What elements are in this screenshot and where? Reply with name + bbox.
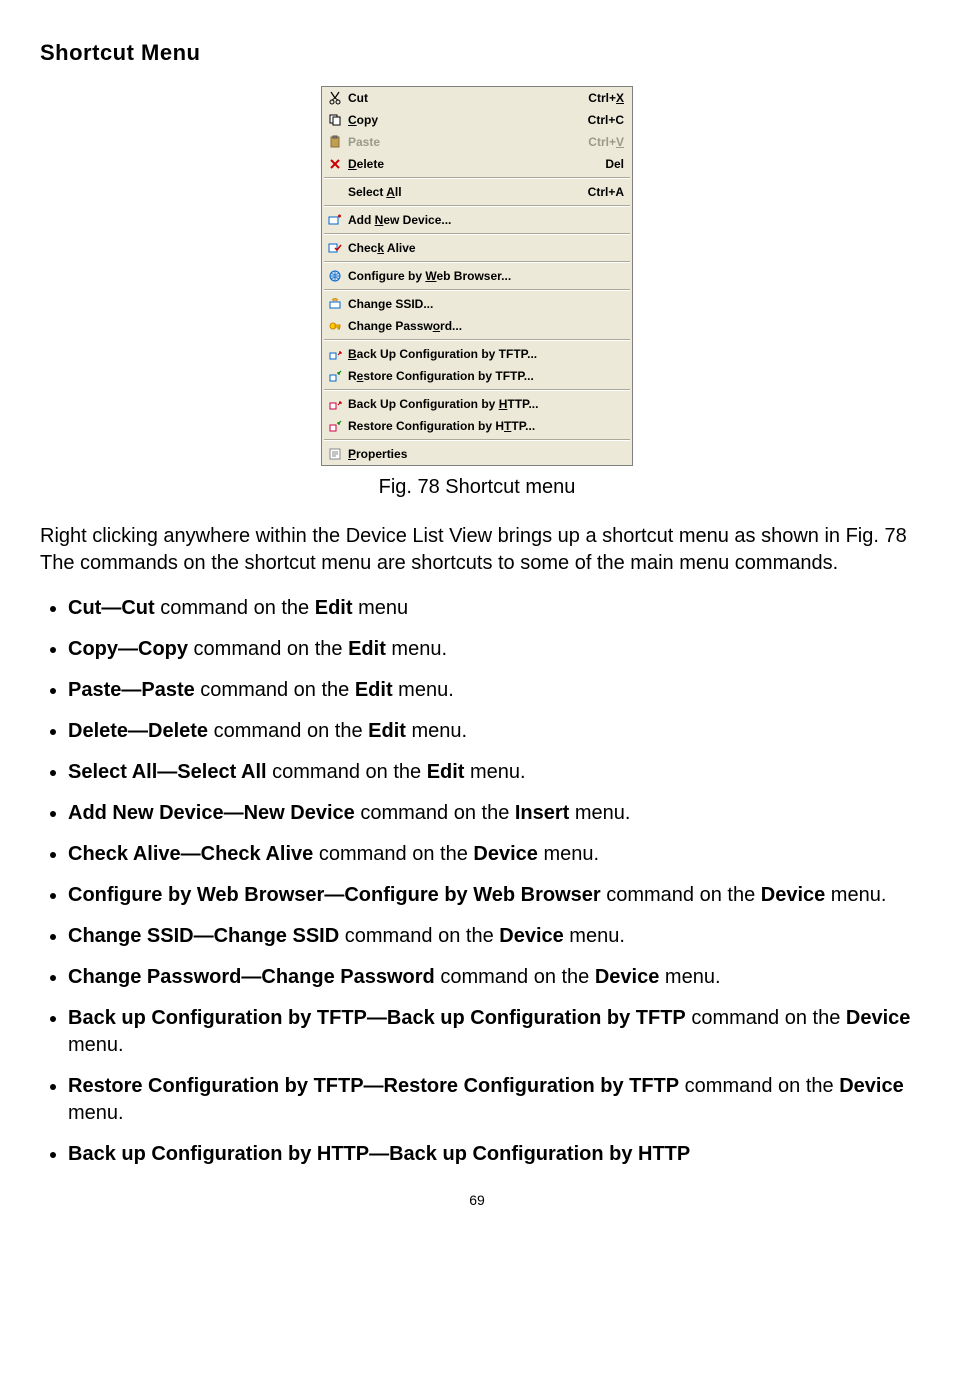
paste-icon (326, 134, 344, 150)
paragraph: Right clicking anywhere within the Devic… (40, 523, 914, 577)
menu-item[interactable]: Change SSID... (322, 293, 632, 315)
menu-separator (324, 389, 630, 391)
menu-label: Copy (348, 113, 588, 127)
menu-separator (324, 233, 630, 235)
menu-item[interactable]: Configure by Web Browser... (322, 265, 632, 287)
menu-item[interactable]: Select AllCtrl+A (322, 181, 632, 203)
add-device-icon (326, 212, 344, 228)
menu-shortcut: Ctrl+X (588, 91, 624, 105)
menu-item[interactable]: Add New Device... (322, 209, 632, 231)
menu-label: Check Alive (348, 241, 624, 255)
context-menu: CutCtrl+XCopyCtrl+CPasteCtrl+VDeleteDelS… (321, 86, 633, 466)
menu-item[interactable]: Restore Configuration by HTTP... (322, 415, 632, 437)
menu-item: PasteCtrl+V (322, 131, 632, 153)
menu-label: Paste (348, 135, 588, 149)
menu-label: Add New Device... (348, 213, 624, 227)
menu-label: Select All (348, 185, 588, 199)
bullet-item: Add New Device—New Device command on the… (68, 800, 914, 827)
menu-shortcut: Ctrl+C (588, 113, 624, 127)
menu-separator (324, 339, 630, 341)
backup-http-icon (326, 396, 344, 412)
properties-icon (326, 446, 344, 462)
menu-item[interactable]: CopyCtrl+C (322, 109, 632, 131)
figure-caption: Fig. 78 Shortcut menu (40, 476, 914, 499)
bullet-item: Configure by Web Browser—Configure by We… (68, 882, 914, 909)
menu-item[interactable]: DeleteDel (322, 153, 632, 175)
menu-item[interactable]: Check Alive (322, 237, 632, 259)
bullet-item: Change Password—Change Password command … (68, 964, 914, 991)
bullet-item: Check Alive—Check Alive command on the D… (68, 841, 914, 868)
menu-item[interactable]: Back Up Configuration by TFTP... (322, 343, 632, 365)
cut-icon (326, 90, 344, 106)
menu-separator (324, 261, 630, 263)
menu-shortcut: Del (605, 157, 624, 171)
menu-item[interactable]: CutCtrl+X (322, 87, 632, 109)
bullet-list: Cut—Cut command on the Edit menu Copy—Cop… (40, 595, 914, 1168)
menu-label: Restore Configuration by TFTP... (348, 369, 624, 383)
web-icon (326, 268, 344, 284)
copy-icon (326, 112, 344, 128)
backup-tftp-icon (326, 346, 344, 362)
bullet-item: Select All—Select All command on the Edi… (68, 759, 914, 786)
menu-separator (324, 439, 630, 441)
bullet-item: Restore Configuration by TFTP—Restore Co… (68, 1073, 914, 1127)
menu-item[interactable]: Change Password... (322, 315, 632, 337)
page-number: 69 (40, 1192, 914, 1208)
bullet-item: Cut—Cut command on the Edit menu (68, 595, 914, 622)
menu-separator (324, 205, 630, 207)
menu-item[interactable]: Back Up Configuration by HTTP... (322, 393, 632, 415)
menu-item[interactable]: Restore Configuration by TFTP... (322, 365, 632, 387)
menu-label: Cut (348, 91, 588, 105)
menu-label: Change Password... (348, 319, 624, 333)
menu-label: Delete (348, 157, 605, 171)
menu-label: Change SSID... (348, 297, 624, 311)
restore-http-icon (326, 418, 344, 434)
restore-tftp-icon (326, 368, 344, 384)
bullet-item: Copy—Copy command on the Edit menu. (68, 636, 914, 663)
bullet-item: Paste—Paste command on the Edit menu. (68, 677, 914, 704)
password-icon (326, 318, 344, 334)
menu-item[interactable]: Properties (322, 443, 632, 465)
blank-icon (326, 184, 344, 200)
menu-label: Back Up Configuration by TFTP... (348, 347, 624, 361)
bullet-item: Delete—Delete command on the Edit menu. (68, 718, 914, 745)
menu-separator (324, 177, 630, 179)
menu-shortcut: Ctrl+A (588, 185, 624, 199)
section-heading: Shortcut Menu (40, 40, 914, 66)
menu-shortcut: Ctrl+V (588, 135, 624, 149)
bullet-item: Back up Configuration by HTTP—Back up Co… (68, 1141, 914, 1168)
menu-label: Properties (348, 447, 624, 461)
menu-label: Restore Configuration by HTTP... (348, 419, 624, 433)
menu-label: Configure by Web Browser... (348, 269, 624, 283)
check-alive-icon (326, 240, 344, 256)
delete-icon (326, 156, 344, 172)
bullet-item: Change SSID—Change SSID command on the D… (68, 923, 914, 950)
menu-label: Back Up Configuration by HTTP... (348, 397, 624, 411)
menu-separator (324, 289, 630, 291)
bullet-item: Back up Configuration by TFTP—Back up Co… (68, 1005, 914, 1059)
ssid-icon (326, 296, 344, 312)
